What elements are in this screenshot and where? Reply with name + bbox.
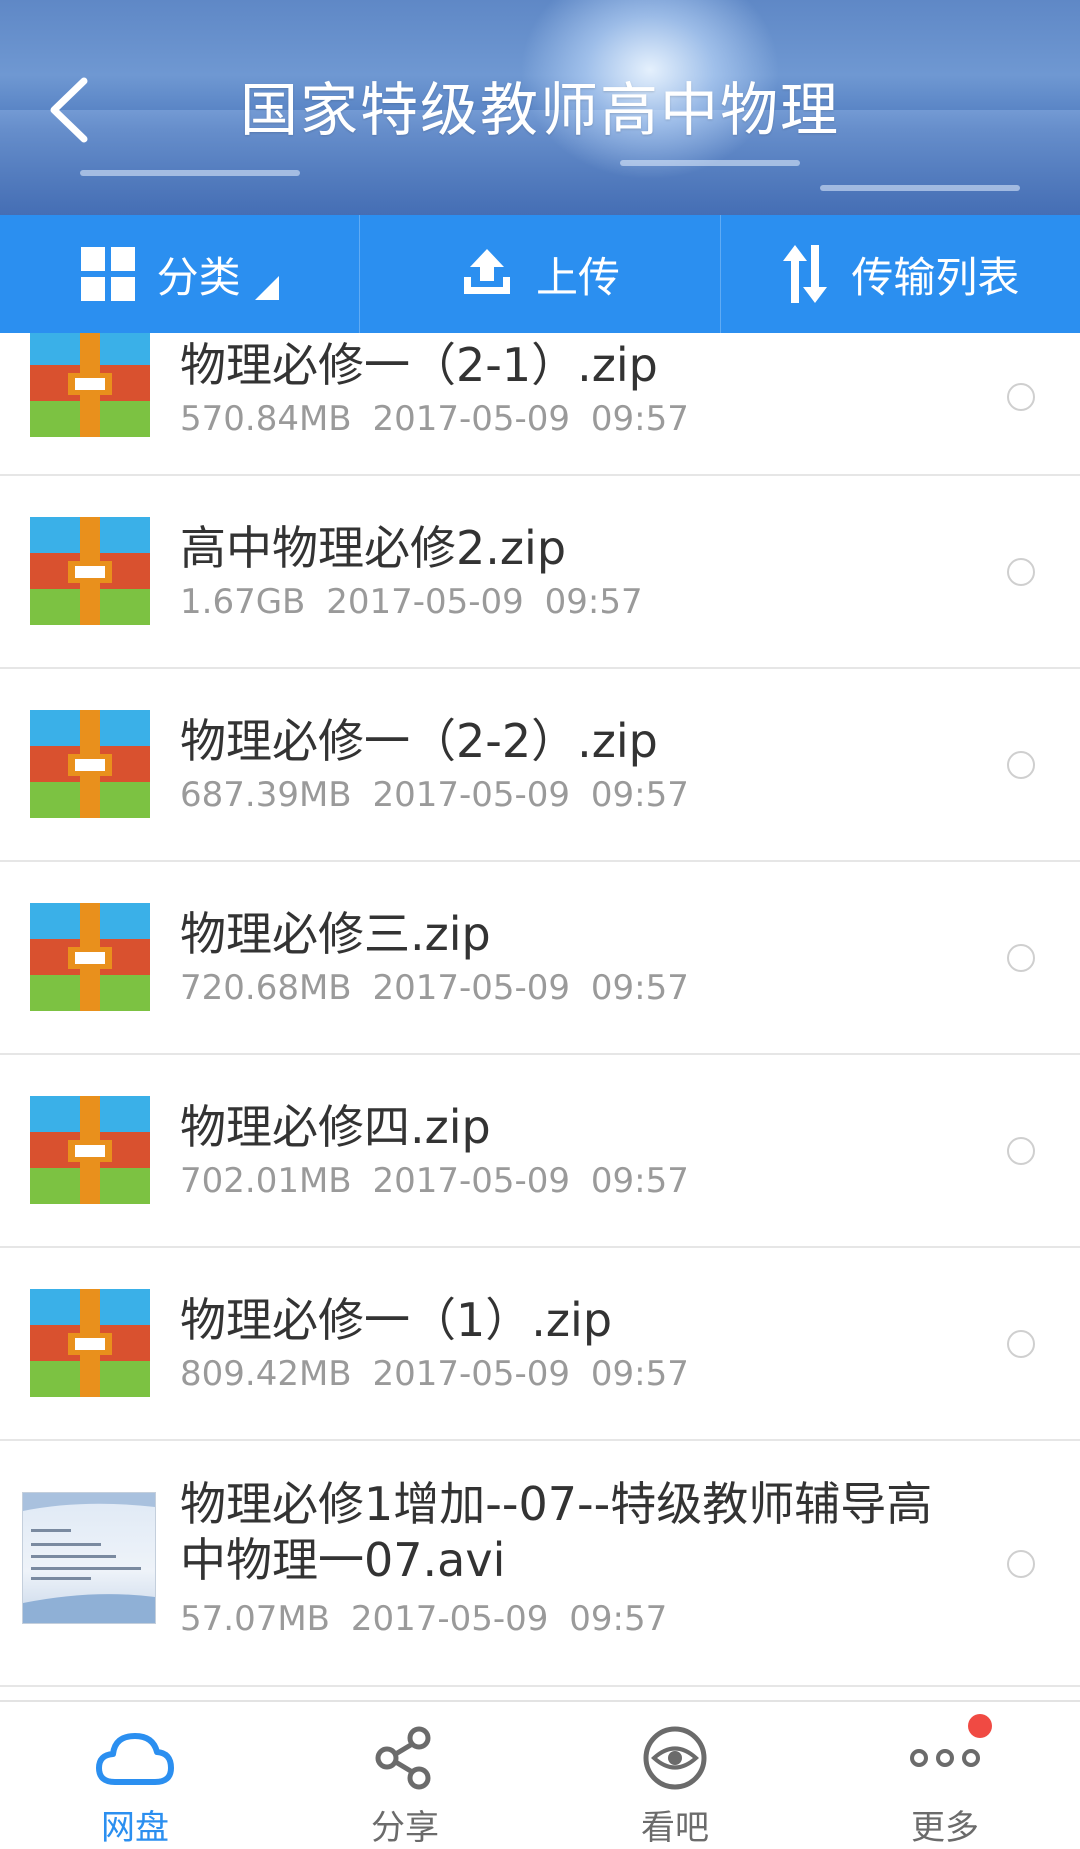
nav-label: 更多: [911, 1808, 979, 1848]
select-radio[interactable]: [1007, 1550, 1035, 1578]
transfer-list-label: 传输列表: [851, 252, 1020, 302]
file-time: 09:57: [544, 582, 643, 622]
eye-icon: [642, 1722, 708, 1794]
file-size: 687.39MB: [180, 775, 352, 815]
transfer-list-button[interactable]: 传输列表: [721, 215, 1080, 333]
file-time: 09:57: [590, 1161, 689, 1201]
file-meta: 809.42MB 2017-05-09 09:57: [180, 1354, 960, 1394]
video-thumbnail: [22, 1492, 156, 1624]
nav-item-cloud-drive[interactable]: 网盘: [0, 1702, 270, 1849]
nav-item-share[interactable]: 分享: [270, 1702, 540, 1849]
notification-badge: [968, 1714, 992, 1738]
file-time: 09:57: [590, 1354, 689, 1394]
nav-item-more[interactable]: 更多: [810, 1702, 1080, 1849]
file-size: 1.67GB: [180, 582, 306, 622]
file-name: 物理必修一（2-1）.zip: [180, 338, 658, 392]
list-item[interactable]: 高中物理必修2.zip 1.67GB 2017-05-09 09:57: [0, 476, 1080, 669]
file-list: 物理必修一（2-1）.zip 570.84MB 2017-05-09 09:57…: [0, 333, 1080, 1700]
chevron-left-icon: [50, 77, 88, 143]
nav-label: 分享: [371, 1808, 439, 1848]
upload-icon: [460, 247, 514, 301]
file-date: 2017-05-09: [350, 1599, 549, 1639]
file-meta: 687.39MB 2017-05-09 09:57: [180, 775, 960, 815]
file-time: 09:57: [590, 399, 689, 439]
list-item[interactable]: 物理必修四.zip 702.01MB 2017-05-09 09:57: [0, 1055, 1080, 1248]
file-name: 物理必修一（2-2）.zip: [180, 714, 658, 768]
select-radio[interactable]: [1007, 751, 1035, 779]
header-wave-decoration: [80, 170, 300, 176]
zip-archive-icon: [30, 903, 150, 1011]
file-meta: 720.68MB 2017-05-09 09:57: [180, 968, 960, 1008]
video-thumbnail-image: [23, 1493, 155, 1623]
file-meta: 570.84MB 2017-05-09 09:57: [180, 399, 960, 439]
select-radio[interactable]: [1007, 1330, 1035, 1358]
upload-label: 上传: [535, 252, 620, 302]
file-date: 2017-05-09: [326, 582, 524, 622]
file-meta: 702.01MB 2017-05-09 09:57: [180, 1161, 960, 1201]
file-name: 物理必修三.zip: [180, 907, 491, 961]
header-banner: 国家特级教师高中物理: [0, 0, 1080, 215]
file-size: 720.68MB: [180, 968, 352, 1008]
zip-archive-icon: [30, 710, 150, 818]
file-size: 57.07MB: [180, 1599, 330, 1639]
category-button[interactable]: 分类: [0, 215, 361, 333]
category-label: 分类: [156, 252, 241, 302]
file-date: 2017-05-09: [372, 968, 571, 1008]
header-wave-decoration: [820, 185, 1020, 191]
header-wave-decoration: [620, 160, 800, 166]
file-meta: 1.67GB 2017-05-09 09:57: [180, 582, 960, 622]
cloud-icon: [95, 1722, 175, 1794]
nav-label: 网盘: [101, 1808, 169, 1848]
file-name: 高中物理必修2.zip: [180, 521, 567, 575]
zip-archive-icon: [30, 1289, 150, 1397]
select-radio[interactable]: [1007, 383, 1035, 411]
zip-archive-icon: [30, 333, 150, 437]
list-item[interactable]: 物理必修一（2-1）.zip 570.84MB 2017-05-09 09:57: [0, 333, 1080, 476]
file-time: 09:57: [569, 1599, 668, 1639]
nav-item-watch[interactable]: 看吧: [540, 1702, 810, 1849]
toolbar: 分类 上传 传输列表: [0, 215, 1080, 333]
back-button[interactable]: [38, 70, 98, 150]
select-radio[interactable]: [1007, 558, 1035, 586]
share-icon: [373, 1722, 437, 1794]
file-date: 2017-05-09: [372, 775, 571, 815]
select-radio[interactable]: [1007, 1137, 1035, 1165]
select-radio[interactable]: [1007, 944, 1035, 972]
file-name: 物理必修1增加--07--特级教师辅导高中物理一07.avi: [180, 1477, 933, 1587]
list-item[interactable]: 物理必修1增加--07--特级教师辅导高中物理一07.avi 57.07MB 2…: [0, 1441, 1080, 1687]
file-date: 2017-05-09: [372, 1161, 571, 1201]
zip-archive-icon: [30, 1096, 150, 1204]
upload-button[interactable]: 上传: [360, 215, 721, 333]
page-title: 国家特级教师高中物理: [239, 76, 840, 144]
file-name: 物理必修四.zip: [180, 1100, 491, 1154]
file-size: 570.84MB: [180, 399, 352, 439]
list-item[interactable]: 物理必修三.zip 720.68MB 2017-05-09 09:57: [0, 862, 1080, 1055]
list-item[interactable]: 物理必修一（1）.zip 809.42MB 2017-05-09 09:57: [0, 1248, 1080, 1441]
file-size: 702.01MB: [180, 1161, 352, 1201]
file-date: 2017-05-09: [372, 399, 571, 439]
zip-archive-icon: [30, 517, 150, 625]
bottom-nav: 网盘 分享 看吧 更多: [0, 1700, 1080, 1849]
transfer-arrows-icon: [781, 245, 829, 303]
file-time: 09:57: [590, 968, 689, 1008]
nav-label: 看吧: [641, 1808, 709, 1848]
file-name: 物理必修一（1）.zip: [180, 1293, 613, 1347]
file-meta: 57.07MB 2017-05-09 09:57: [180, 1599, 960, 1639]
file-date: 2017-05-09: [372, 1354, 571, 1394]
caret-down-icon: [254, 261, 279, 310]
file-size: 809.42MB: [180, 1354, 352, 1394]
grid-icon: [80, 247, 135, 301]
list-item[interactable]: 物理必修一（2-2）.zip 687.39MB 2017-05-09 09:57: [0, 669, 1080, 862]
file-time: 09:57: [590, 775, 689, 815]
